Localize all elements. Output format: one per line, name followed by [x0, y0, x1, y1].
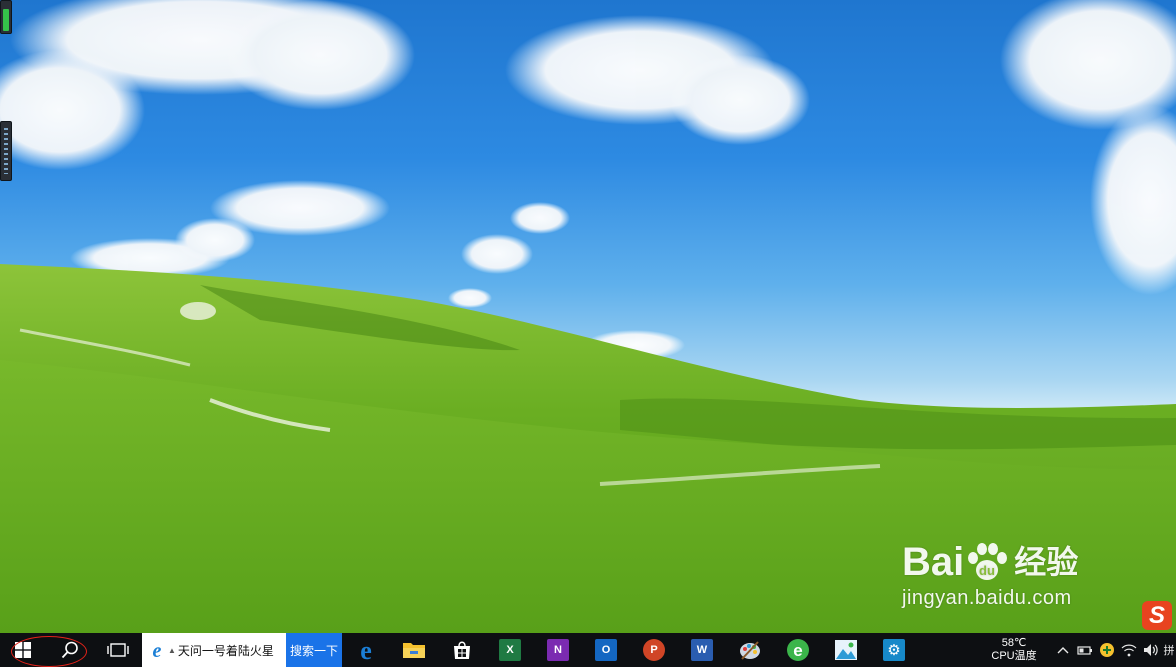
jingyan-label: 经验 — [1014, 544, 1079, 580]
excel-icon: X — [499, 639, 521, 661]
ie-search-text[interactable]: 天问一号着陆火星 — [178, 642, 274, 659]
cpu-temp-label: CPU温度 — [991, 650, 1037, 662]
paw-icon: du — [965, 542, 1009, 582]
ie-search-button[interactable]: 搜索一下 — [286, 633, 342, 667]
photos-icon — [835, 640, 857, 660]
gear-icon: ⚙ — [883, 639, 905, 661]
search-button[interactable] — [46, 633, 94, 667]
task-view-button[interactable] — [94, 633, 142, 667]
taskbar-app-file-explorer[interactable] — [390, 633, 438, 667]
taskbar-app-onenote[interactable]: N — [534, 633, 582, 667]
wifi-icon[interactable] — [1118, 633, 1140, 667]
start-button[interactable] — [0, 633, 46, 667]
svg-text:e: e — [153, 640, 162, 660]
taskbar-app-settings[interactable]: ⚙ — [870, 633, 918, 667]
baidu-jingyan-watermark: Bai du 经验 jingyan.baidu.com — [902, 540, 1112, 610]
onenote-icon: N — [547, 639, 569, 661]
taskbar-app-outlook[interactable]: O — [582, 633, 630, 667]
ime-icon[interactable]: 拼 — [1162, 633, 1176, 667]
gadget-meter-top[interactable] — [0, 0, 12, 34]
green-browser-icon: e — [787, 639, 809, 661]
cpu-temperature[interactable]: 58℃ CPU温度 — [976, 637, 1052, 663]
wallpaper-landscape — [0, 0, 1176, 633]
baidu-logo-text-left: Bai — [902, 540, 965, 584]
yellow-plus-icon[interactable] — [1096, 633, 1118, 667]
taskbar-app-excel[interactable]: X — [486, 633, 534, 667]
taskbar-app-edge[interactable]: e — [342, 633, 390, 667]
watermark-url: jingyan.baidu.com — [902, 587, 1072, 609]
chevron-up-icon[interactable] — [1052, 633, 1074, 667]
ie-search-box[interactable]: e ▲ 天问一号着陆火星 — [142, 633, 286, 667]
desktop-wallpaper: Bai du 经验 jingyan.baidu.com S — [0, 0, 1176, 633]
cpu-temp-value: 58℃ — [1001, 637, 1027, 649]
svg-text:du: du — [979, 563, 995, 578]
volume-icon[interactable] — [1140, 633, 1162, 667]
paint-palette-icon — [740, 641, 760, 660]
ie-icon: e — [153, 640, 162, 660]
search-icon — [61, 641, 78, 659]
taskbar-app-word[interactable]: W — [678, 633, 726, 667]
sogou-ime-icon[interactable]: S — [1142, 601, 1172, 630]
outlook-icon: O — [595, 639, 617, 661]
baidu-logo: Bai du 经验 — [902, 540, 1112, 584]
taskbar-app-photos[interactable] — [822, 633, 870, 667]
folder-icon — [403, 643, 425, 658]
word-icon: W — [691, 639, 713, 661]
taskbar-app-store[interactable] — [438, 633, 486, 667]
task-view-icon — [107, 643, 129, 657]
svg-text:e: e — [793, 641, 802, 660]
svg-text:e: e — [360, 638, 372, 662]
windows-logo-icon — [15, 642, 31, 658]
system-tray: 58℃ CPU温度 拼 — [976, 633, 1176, 667]
caret-up-icon: ▲ — [168, 645, 176, 655]
taskbar-app-paint[interactable] — [726, 633, 774, 667]
battery-icon[interactable] — [1074, 633, 1096, 667]
taskbar-app-browser-360[interactable]: e — [774, 633, 822, 667]
taskbar-app-powerpoint[interactable]: P — [630, 633, 678, 667]
edge-icon: e — [360, 638, 372, 662]
powerpoint-icon: P — [643, 639, 665, 661]
store-icon — [454, 641, 470, 659]
gadget-meter-side[interactable] — [0, 121, 12, 181]
